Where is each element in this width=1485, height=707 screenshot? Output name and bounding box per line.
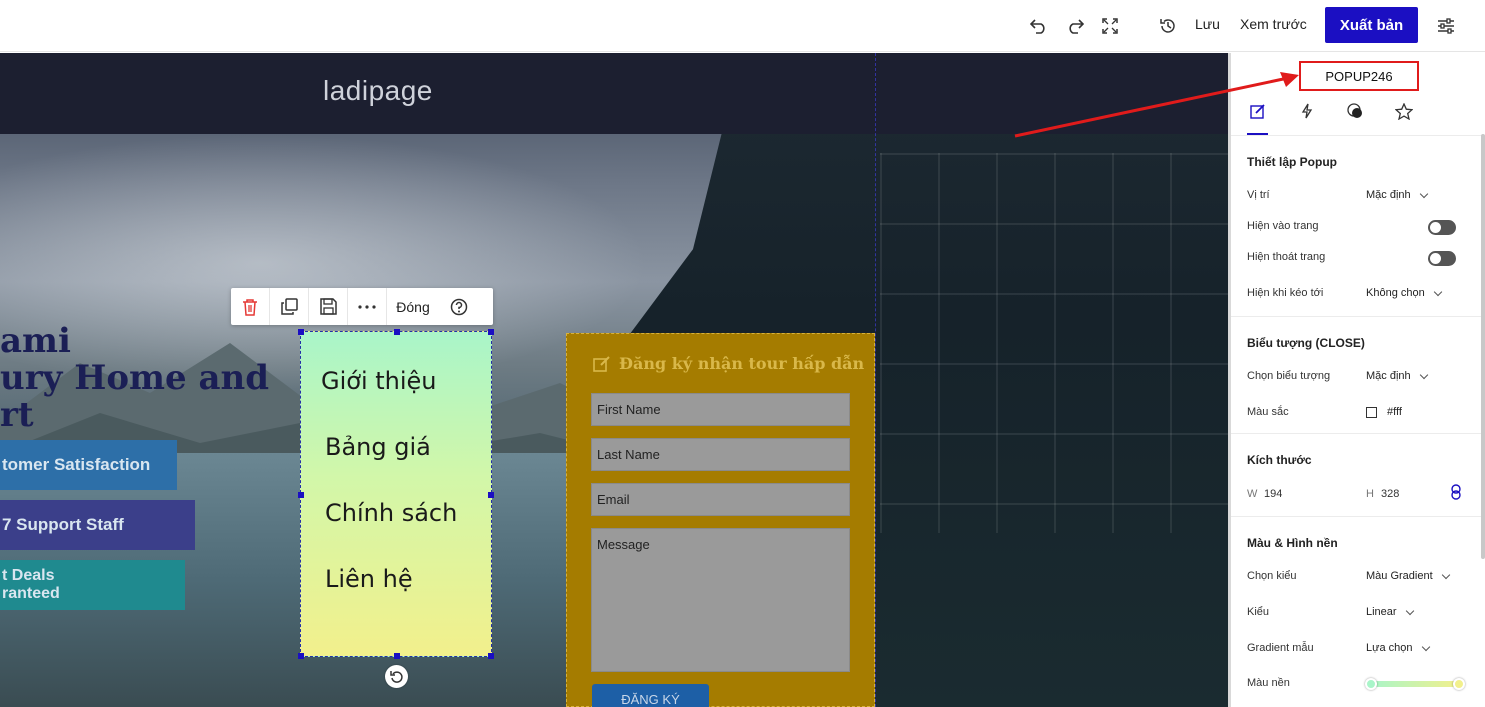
- resize-handle[interactable]: [298, 653, 304, 659]
- popup-id-label: POPUP246: [1299, 61, 1419, 91]
- chevron-down-icon: [1405, 606, 1414, 615]
- menu-item-chinh-sach[interactable]: Chính sách: [325, 499, 457, 527]
- panel-scrollbar[interactable]: [1481, 134, 1485, 559]
- menu-item-gioi-thieu[interactable]: Giới thiệu: [321, 367, 437, 395]
- close-toolbar-button[interactable]: Đóng: [387, 288, 439, 325]
- history-icon[interactable]: [1155, 13, 1181, 39]
- height-input[interactable]: 328: [1381, 488, 1399, 500]
- gradient-preset-select[interactable]: Lựa chọn: [1366, 642, 1430, 654]
- bg-type-label: Chọn kiểu: [1247, 570, 1297, 582]
- save-button[interactable]: Lưu: [1195, 16, 1220, 32]
- gradient-style-label: Kiểu: [1247, 606, 1270, 618]
- undo-icon[interactable]: [1026, 13, 1052, 39]
- resize-handle[interactable]: [488, 329, 494, 335]
- bg-color-label: Màu nền: [1247, 677, 1290, 689]
- building-windows: [880, 153, 1228, 533]
- palette-icon[interactable]: [1344, 100, 1366, 122]
- color-swatch[interactable]: [1366, 406, 1377, 418]
- hero-title: ami ury Home and rt: [0, 321, 269, 435]
- width-input[interactable]: 194: [1264, 488, 1282, 500]
- show-on-exit-toggle[interactable]: [1428, 251, 1456, 266]
- choose-icon-select[interactable]: Mặc định: [1366, 370, 1428, 382]
- show-on-scroll-label: Hiện khi kéo tới: [1247, 287, 1324, 299]
- trash-icon[interactable]: [231, 288, 270, 325]
- copy-icon[interactable]: [270, 288, 309, 325]
- star-icon[interactable]: [1393, 100, 1415, 122]
- show-on-enter-toggle[interactable]: [1428, 220, 1456, 235]
- width-label: W: [1247, 488, 1258, 500]
- submit-button[interactable]: ĐĂNG KÝ: [592, 684, 709, 707]
- resize-handle[interactable]: [394, 653, 400, 659]
- redo-icon[interactable]: [1062, 13, 1088, 39]
- divider: [1231, 433, 1485, 434]
- resize-handle[interactable]: [298, 492, 304, 498]
- feature-support[interactable]: 7 Support Staff: [0, 500, 195, 550]
- guide-line: [875, 53, 876, 707]
- feature-satisfaction[interactable]: tomer Satisfaction: [0, 440, 177, 490]
- chevron-down-icon: [1421, 642, 1430, 651]
- edit-icon: [593, 355, 610, 372]
- position-select[interactable]: Mặc định: [1366, 189, 1428, 201]
- menu-item-lien-he[interactable]: Liên hệ: [325, 565, 413, 593]
- resize-handle[interactable]: [488, 653, 494, 659]
- background-title: Màu & Hình nền: [1247, 536, 1338, 550]
- fullscreen-icon[interactable]: [1097, 13, 1123, 39]
- close-icon-settings-title: Biểu tượng (CLOSE): [1247, 336, 1365, 350]
- more-icon[interactable]: [348, 288, 387, 325]
- size-title: Kích thước: [1247, 453, 1312, 467]
- ladipage-logo: ladipage: [323, 75, 433, 106]
- divider: [1231, 316, 1485, 317]
- email-input[interactable]: Email: [591, 483, 850, 516]
- help-icon[interactable]: [439, 298, 479, 316]
- gradient-end-handle[interactable]: [1453, 678, 1465, 690]
- resize-handle[interactable]: [394, 329, 400, 335]
- publish-button[interactable]: Xuất bản: [1325, 7, 1418, 43]
- first-name-input[interactable]: First Name: [591, 393, 850, 426]
- top-toolbar: Lưu Xem trước Xuất bản: [0, 0, 1485, 52]
- gradient-start-handle[interactable]: [1365, 678, 1377, 690]
- popup-settings-title: Thiết lập Popup: [1247, 155, 1337, 169]
- floppy-icon[interactable]: [309, 288, 348, 325]
- position-label: Vị trí: [1247, 189, 1270, 201]
- resize-handle[interactable]: [488, 492, 494, 498]
- bg-type-select[interactable]: Màu Gradient: [1366, 570, 1450, 582]
- rotate-icon[interactable]: [385, 665, 408, 688]
- menu-item-bang-gia[interactable]: Bảng giá: [325, 433, 431, 461]
- show-on-exit-label: Hiện thoát trang: [1247, 251, 1326, 263]
- chevron-down-icon: [1441, 570, 1450, 579]
- preview-button[interactable]: Xem trước: [1240, 16, 1307, 32]
- annotation-arrow: [1014, 72, 1299, 138]
- sliders-icon[interactable]: [1433, 13, 1459, 39]
- show-on-enter-label: Hiện vào trang: [1247, 220, 1319, 232]
- divider: [1231, 516, 1485, 517]
- gradient-slider[interactable]: [1370, 681, 1460, 687]
- height-label: H: [1366, 488, 1374, 500]
- color-label: Màu sắc: [1247, 406, 1289, 418]
- resize-handle[interactable]: [298, 329, 304, 335]
- last-name-input[interactable]: Last Name: [591, 438, 850, 471]
- show-on-scroll-select[interactable]: Không chọn: [1366, 287, 1442, 299]
- element-toolbar: Đóng: [231, 288, 493, 325]
- chevron-down-icon: [1419, 189, 1428, 198]
- chevron-down-icon: [1433, 287, 1442, 296]
- color-picker[interactable]: #fff: [1366, 406, 1402, 418]
- message-textarea[interactable]: Message: [591, 528, 850, 672]
- choose-icon-label: Chọn biểu tượng: [1247, 370, 1331, 382]
- gradient-style-select[interactable]: Linear: [1366, 606, 1414, 618]
- chevron-down-icon: [1419, 370, 1428, 379]
- gradient-preset-label: Gradient mẫu: [1247, 642, 1314, 654]
- link-icon[interactable]: [1451, 484, 1461, 505]
- form-title: Đăng ký nhận tour hấp dẫn: [593, 354, 864, 373]
- feature-deals[interactable]: t Deals ranteed: [0, 560, 185, 610]
